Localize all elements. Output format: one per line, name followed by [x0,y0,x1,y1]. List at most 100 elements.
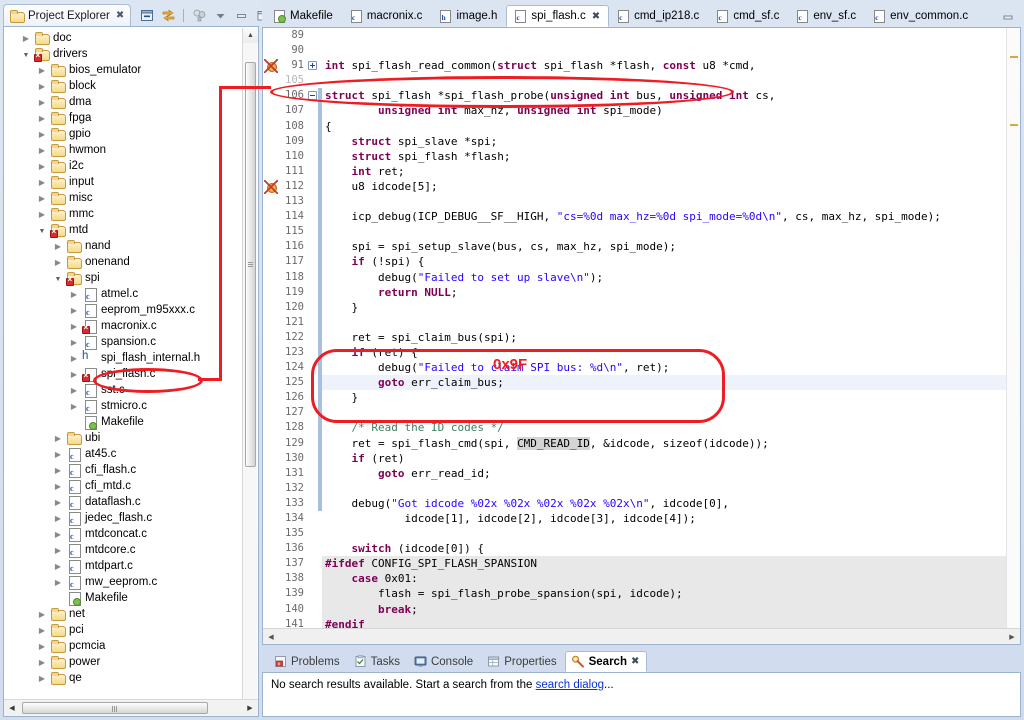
tree-collapse-arrow-icon[interactable] [50,514,66,523]
code-line[interactable]: spi = spi_setup_slave(bus, cs, max_hz, s… [322,239,1020,254]
tree-collapse-arrow-icon[interactable] [34,98,50,107]
code-line[interactable]: ret = spi_flash_cmd(spi, CMD_READ_ID, &i… [322,436,1020,451]
scroll-up-arrow-icon[interactable]: ▲ [243,28,258,43]
tree-item-power[interactable]: power [4,654,258,670]
vertical-scroll-thumb[interactable] [245,62,256,467]
tree-collapse-arrow-icon[interactable] [66,306,82,315]
tree-item-at45-c[interactable]: at45.c [4,446,258,462]
code-line[interactable]: #endif [322,616,1020,628]
project-tree-horizontal-scrollbar[interactable]: ◀ ▶ [4,699,258,716]
filters-icon[interactable] [191,7,207,23]
tree-item-pci[interactable]: pci [4,622,258,638]
tree-collapse-arrow-icon[interactable] [34,130,50,139]
warning-marker-icon[interactable] [264,180,278,194]
close-icon[interactable]: ✖ [592,11,600,22]
code-line[interactable]: struct spi_flash *spi_flash_probe(unsign… [322,88,1020,103]
tree-item-spi-flash-internal-h[interactable]: spi_flash_internal.h [4,350,258,366]
tree-item-onenand[interactable]: onenand [4,254,258,270]
code-line[interactable]: switch (idcode[0]) { [322,541,1020,556]
fold-collapse-icon[interactable] [308,91,317,101]
tree-collapse-arrow-icon[interactable] [50,530,66,539]
editor-tab-spi-flash-c[interactable]: spi_flash.c ✖ [506,5,610,27]
tree-collapse-arrow-icon[interactable] [66,402,82,411]
tree-collapse-arrow-icon[interactable] [34,642,50,651]
tree-collapse-arrow-icon[interactable] [34,82,50,91]
editor-tab-cmd-sf-c[interactable]: cmd_sf.c [708,5,788,27]
tree-item-cfi-flash-c[interactable]: cfi_flash.c [4,462,258,478]
tree-collapse-arrow-icon[interactable] [66,354,82,363]
scroll-left-arrow-icon[interactable]: ◀ [4,700,20,716]
editor-marker-gutter[interactable] [263,28,280,628]
tree-expand-arrow-icon[interactable] [50,274,66,283]
tree-item-makefile[interactable]: Makefile [4,414,258,430]
tree-collapse-arrow-icon[interactable] [34,610,50,619]
tree-item-doc[interactable]: doc [4,30,258,46]
minimize-icon[interactable] [1001,11,1015,23]
tree-item-mtdcore-c[interactable]: mtdcore.c [4,542,258,558]
tree-collapse-arrow-icon[interactable] [34,658,50,667]
tree-collapse-arrow-icon[interactable] [66,386,82,395]
tree-collapse-arrow-icon[interactable] [66,322,82,331]
code-line[interactable]: if (!spi) { [322,254,1020,269]
tree-item-cfi-mtd-c[interactable]: cfi_mtd.c [4,478,258,494]
tree-collapse-arrow-icon[interactable] [50,258,66,267]
tree-collapse-arrow-icon[interactable] [34,210,50,219]
minimize-icon[interactable] [233,7,249,23]
code-line[interactable]: unsigned int max_hz, unsigned int spi_mo… [322,103,1020,118]
scroll-right-arrow-icon[interactable]: ▶ [242,700,258,716]
tree-item-drivers[interactable]: drivers [4,46,258,62]
code-line[interactable] [322,43,1020,58]
editor-horizontal-scrollbar[interactable]: ◀ ▶ [263,628,1020,644]
link-with-editor-icon[interactable] [160,7,176,23]
tree-item-macronix-c[interactable]: macronix.c [4,318,258,334]
editor-tab-cmd-ip218-c[interactable]: cmd_ip218.c [609,5,708,27]
tree-collapse-arrow-icon[interactable] [50,498,66,507]
tree-item-ubi[interactable]: ubi [4,430,258,446]
tree-item-atmel-c[interactable]: atmel.c [4,286,258,302]
code-line[interactable]: debug("Failed to set up slave\n"); [322,270,1020,285]
editor-tab-env-common-c[interactable]: env_common.c [865,5,977,27]
tab-project-explorer[interactable]: Project Explorer ✖ [3,4,132,26]
tree-collapse-arrow-icon[interactable] [50,434,66,443]
bottom-tab-properties[interactable]: Properties [481,651,564,672]
code-line[interactable]: goto err_claim_bus; [322,375,1020,391]
code-line[interactable] [322,194,1020,209]
code-line[interactable] [322,315,1020,330]
project-tree[interactable]: doc drivers bios_emulatorblock dma fpga gpio h… [4,27,258,699]
code-line[interactable]: idcode[1], idcode[2], idcode[3], idcode[… [322,511,1020,526]
tree-item-i2c[interactable]: i2c [4,158,258,174]
tree-item-spi[interactable]: spi [4,270,258,286]
bottom-tab-tasks[interactable]: Tasks [348,651,408,672]
editor-code-text[interactable]: int spi_flash_read_common(struct spi_fla… [322,28,1020,628]
editor-tab-image-h[interactable]: image.h [431,5,506,27]
tree-item-mtd[interactable]: mtd [4,222,258,238]
tree-item-stmicro-c[interactable]: stmicro.c [4,398,258,414]
code-area[interactable]: 89 90 91 105 106 107 108 109 110 111 112 113 114 115 1… [263,28,1020,628]
tree-item-jedec-flash-c[interactable]: jedec_flash.c [4,510,258,526]
horizontal-scroll-thumb[interactable] [22,702,208,714]
code-line[interactable]: if (ret) [322,451,1020,466]
code-line[interactable]: flash = spi_flash_probe_spansion(spi, id… [322,586,1020,602]
tree-collapse-arrow-icon[interactable] [50,546,66,555]
close-icon[interactable]: ✖ [116,10,124,21]
search-dialog-link[interactable]: search dialog [536,679,604,691]
collapse-all-icon[interactable] [139,7,155,23]
tree-item-qe[interactable]: qe [4,670,258,686]
code-line[interactable]: } [322,390,1020,405]
code-line[interactable]: struct spi_slave *spi; [322,134,1020,149]
code-line[interactable]: case 0x01: [322,571,1020,587]
bottom-tab-console[interactable]: Console [408,651,481,672]
fold-expand-icon[interactable] [308,61,317,71]
tree-item-pcmcia[interactable]: pcmcia [4,638,258,654]
code-line[interactable] [322,526,1020,541]
code-line[interactable] [322,405,1020,420]
code-line[interactable]: int spi_flash_read_common(struct spi_fla… [322,58,1020,73]
tree-item-spansion-c[interactable]: spansion.c [4,334,258,350]
code-line[interactable]: int ret; [322,164,1020,179]
tree-item-gpio[interactable]: gpio [4,126,258,142]
tree-collapse-arrow-icon[interactable] [34,66,50,75]
project-tree-vertical-scrollbar[interactable]: ▲ ▼ [242,28,258,715]
tree-item-dma[interactable]: dma [4,94,258,110]
code-line[interactable]: struct spi_flash *flash; [322,149,1020,164]
tree-collapse-arrow-icon[interactable] [34,178,50,187]
